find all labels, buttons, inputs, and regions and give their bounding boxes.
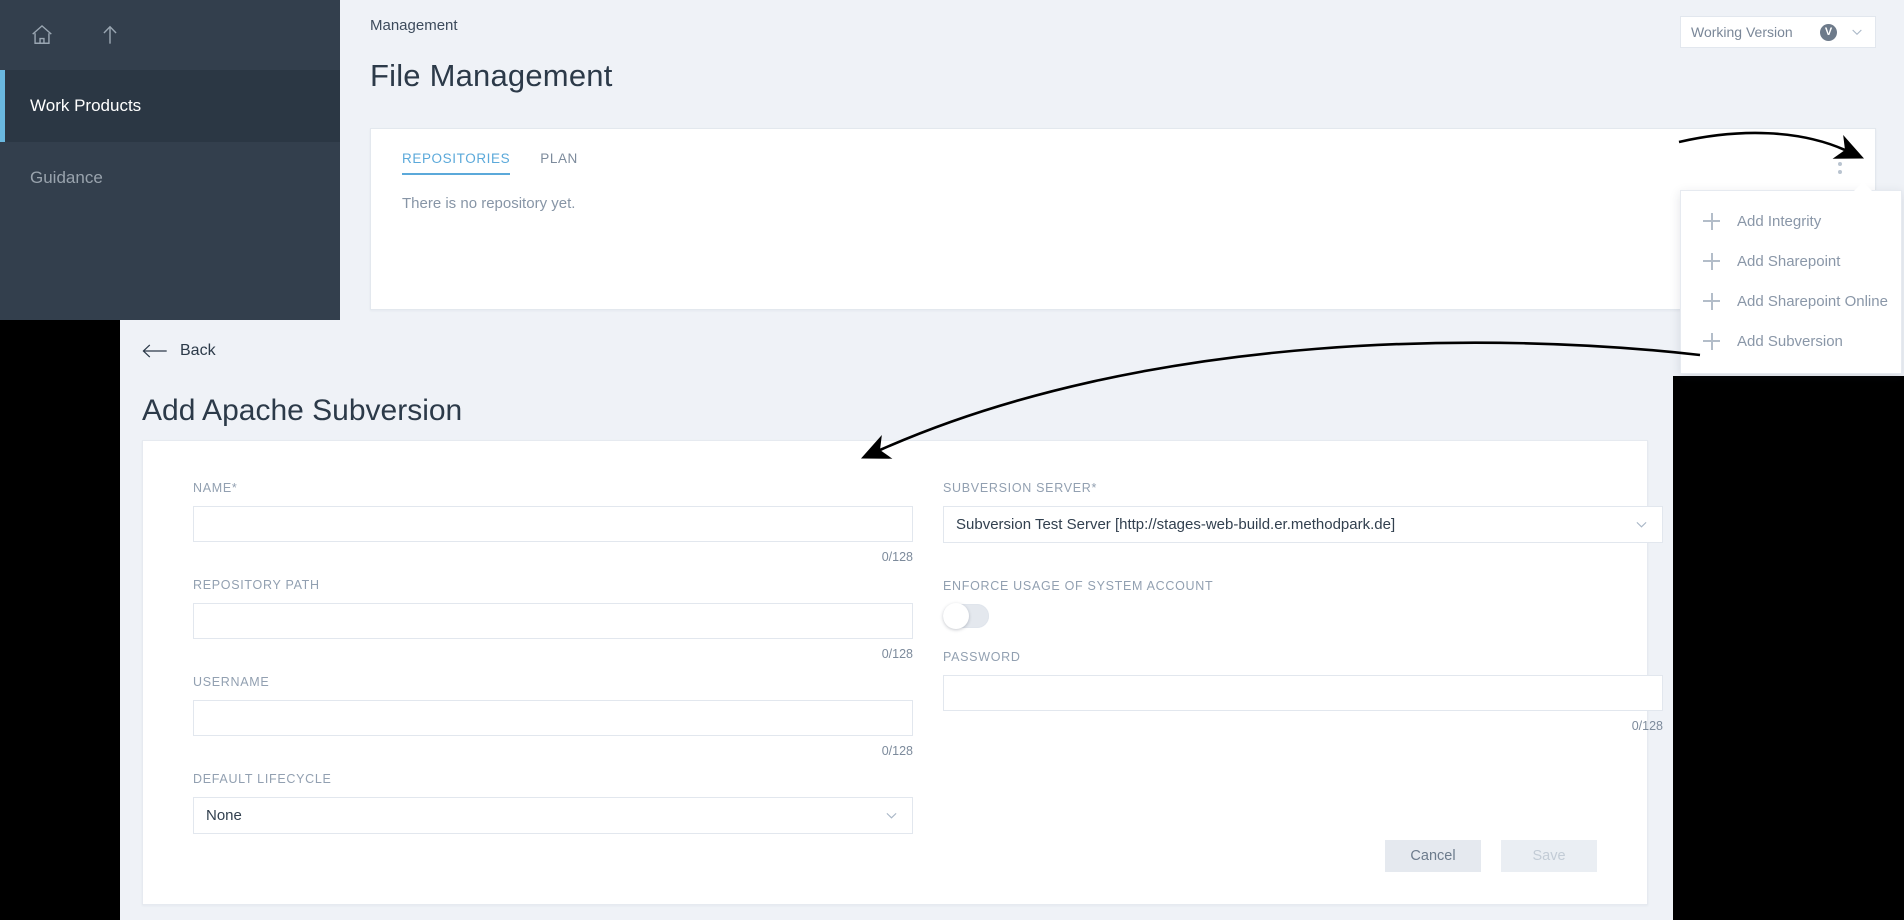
field-label-name: NAME* [193, 481, 238, 495]
screenshot-root: Work Products Guidance Management File M… [0, 0, 1904, 920]
more-options-icon[interactable] [1829, 149, 1851, 179]
tab-repositories[interactable]: REPOSITORIES [402, 151, 511, 175]
subversion-server-select[interactable]: Subversion Test Server [http://stages-we… [943, 506, 1663, 543]
page-title: File Management [370, 58, 613, 93]
sidebar-item-guidance[interactable]: Guidance [0, 142, 340, 214]
menu-item-label: Add Subversion [1737, 332, 1843, 350]
chevron-down-icon [883, 807, 900, 824]
kebab-dot [1838, 170, 1842, 174]
sidebar-toolbar [0, 0, 340, 70]
tab-plan[interactable]: PLAN [540, 151, 578, 175]
chevron-down-icon [1849, 24, 1865, 40]
username-input[interactable] [193, 700, 913, 736]
field-label-enforce-system-account: ENFORCE USAGE OF SYSTEM ACCOUNT [943, 579, 1214, 593]
chevron-down-icon [1633, 516, 1650, 533]
menu-item-add-subversion[interactable]: Add Subversion [1681, 321, 1901, 361]
repository-path-counter: 0/128 [881, 647, 913, 661]
default-lifecycle-value: None [206, 807, 242, 824]
default-lifecycle-select[interactable]: None [193, 797, 913, 834]
repository-path-input[interactable] [193, 603, 913, 639]
menu-item-add-sharepoint-online[interactable]: Add Sharepoint Online [1681, 281, 1901, 321]
repositories-card: REPOSITORIES PLAN There is no repository… [370, 128, 1876, 310]
up-arrow-icon[interactable] [96, 21, 124, 49]
field-default-lifecycle: DEFAULT LIFECYCLE None [193, 772, 913, 834]
add-repository-menu: Add Integrity Add Sharepoint Add Sharepo… [1680, 182, 1902, 374]
mask-left [0, 320, 120, 920]
field-label-username: USERNAME [193, 675, 270, 689]
home-icon[interactable] [28, 21, 56, 49]
menu-item-label: Add Integrity [1737, 212, 1822, 230]
version-badge: V [1820, 23, 1837, 41]
back-label: Back [180, 342, 216, 359]
field-repository-path: REPOSITORY PATH 0/128 [193, 578, 913, 661]
field-password: PASSWORD 0/128 [943, 650, 1663, 733]
back-button[interactable]: Back [142, 342, 216, 360]
toggle-knob [943, 603, 969, 629]
password-counter: 0/128 [1631, 719, 1663, 733]
kebab-dot [1838, 154, 1842, 158]
plus-icon [1703, 212, 1720, 230]
version-selector[interactable]: Working Version V [1680, 16, 1876, 48]
field-label-subversion-server: SUBVERSION SERVER* [943, 481, 1098, 495]
plus-icon [1703, 292, 1720, 310]
empty-state-message: There is no repository yet. [402, 195, 576, 212]
version-selector-label: Working Version [1691, 24, 1793, 40]
mask-right [1673, 376, 1904, 920]
breadcrumb[interactable]: Management [370, 17, 458, 34]
form-column-left: NAME* 0/128 REPOSITORY PATH 0/128 USERNA… [193, 481, 913, 834]
form-column-right: SUBVERSION SERVER* Subversion Test Serve… [943, 481, 1663, 834]
form-actions: Cancel Save [1385, 840, 1597, 872]
main-content: Management File Management Working Versi… [340, 0, 1904, 320]
menu-item-add-integrity[interactable]: Add Integrity [1681, 201, 1901, 241]
field-enforce-system-account: ENFORCE USAGE OF SYSTEM ACCOUNT [943, 579, 1663, 629]
field-label-password: PASSWORD [943, 650, 1021, 664]
save-button: Save [1501, 840, 1597, 872]
menu-item-label: Add Sharepoint [1737, 252, 1841, 270]
sidebar-item-label: Work Products [30, 96, 142, 115]
sidebar: Work Products Guidance [0, 0, 340, 320]
name-counter: 0/128 [881, 550, 913, 564]
tab-label: PLAN [540, 151, 578, 166]
plus-icon [1703, 252, 1720, 270]
username-counter: 0/128 [881, 744, 913, 758]
name-input[interactable] [193, 506, 913, 542]
password-input[interactable] [943, 675, 1663, 711]
add-subversion-panel: Back Add Apache Subversion NAME* 0/128 R… [120, 320, 1673, 920]
sidebar-item-label: Guidance [30, 168, 103, 187]
back-arrow-icon [142, 342, 168, 360]
field-label-repository-path: REPOSITORY PATH [193, 578, 320, 592]
field-label-default-lifecycle: DEFAULT LIFECYCLE [193, 772, 332, 786]
menu-item-add-sharepoint[interactable]: Add Sharepoint [1681, 241, 1901, 281]
cancel-button[interactable]: Cancel [1385, 840, 1481, 872]
subversion-form: NAME* 0/128 REPOSITORY PATH 0/128 USERNA… [142, 440, 1663, 905]
plus-icon [1703, 332, 1720, 350]
tab-label: REPOSITORIES [402, 151, 511, 166]
enforce-system-account-toggle[interactable] [943, 603, 989, 629]
subversion-server-value: Subversion Test Server [http://stages-we… [956, 516, 1396, 533]
field-subversion-server: SUBVERSION SERVER* Subversion Test Serve… [943, 481, 1663, 543]
kebab-dot [1838, 162, 1842, 166]
field-username: USERNAME 0/128 [193, 675, 913, 758]
sidebar-item-work-products[interactable]: Work Products [0, 70, 340, 142]
detail-title: Add Apache Subversion [142, 394, 463, 427]
form-grid: NAME* 0/128 REPOSITORY PATH 0/128 USERNA… [193, 481, 1663, 834]
card-tabs: REPOSITORIES PLAN [402, 151, 578, 175]
menu-item-label: Add Sharepoint Online [1737, 292, 1888, 310]
field-name: NAME* 0/128 [193, 481, 913, 564]
